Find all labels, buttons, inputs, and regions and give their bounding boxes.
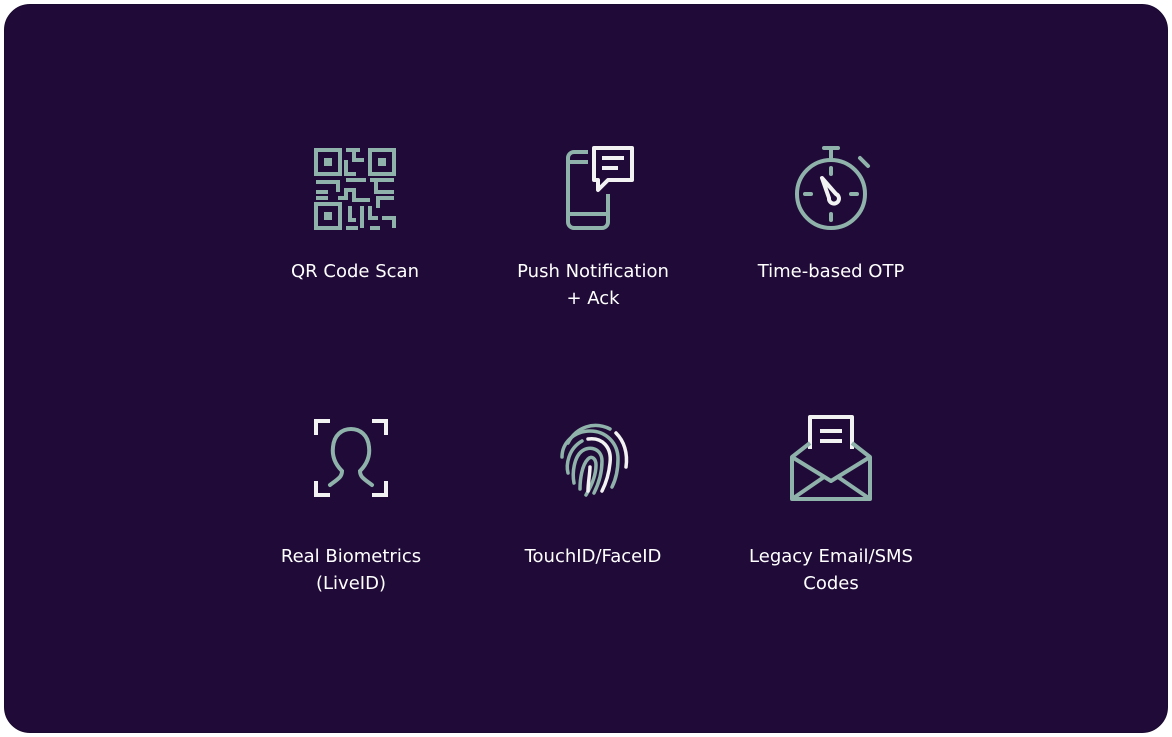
auth-methods-card: QR Code Scan Push Notification + Ack Tim… [4,4,1168,733]
method-label: TouchID/FaceID [524,546,662,567]
face-scan-icon [306,413,396,503]
method-label: Time-based OTP [757,261,905,282]
envelope-icon [786,413,876,503]
method-label: Push Notification + Ack [517,261,669,309]
method-label: QR Code Scan [291,261,419,282]
method-label: Real Biometrics (LiveID) [280,546,422,594]
method-label: Legacy Email/SMS Codes [749,546,913,594]
phone-message-icon [548,144,638,234]
fingerprint-icon [548,413,638,503]
stopwatch-icon [786,144,876,234]
qr-code-icon [310,144,400,234]
